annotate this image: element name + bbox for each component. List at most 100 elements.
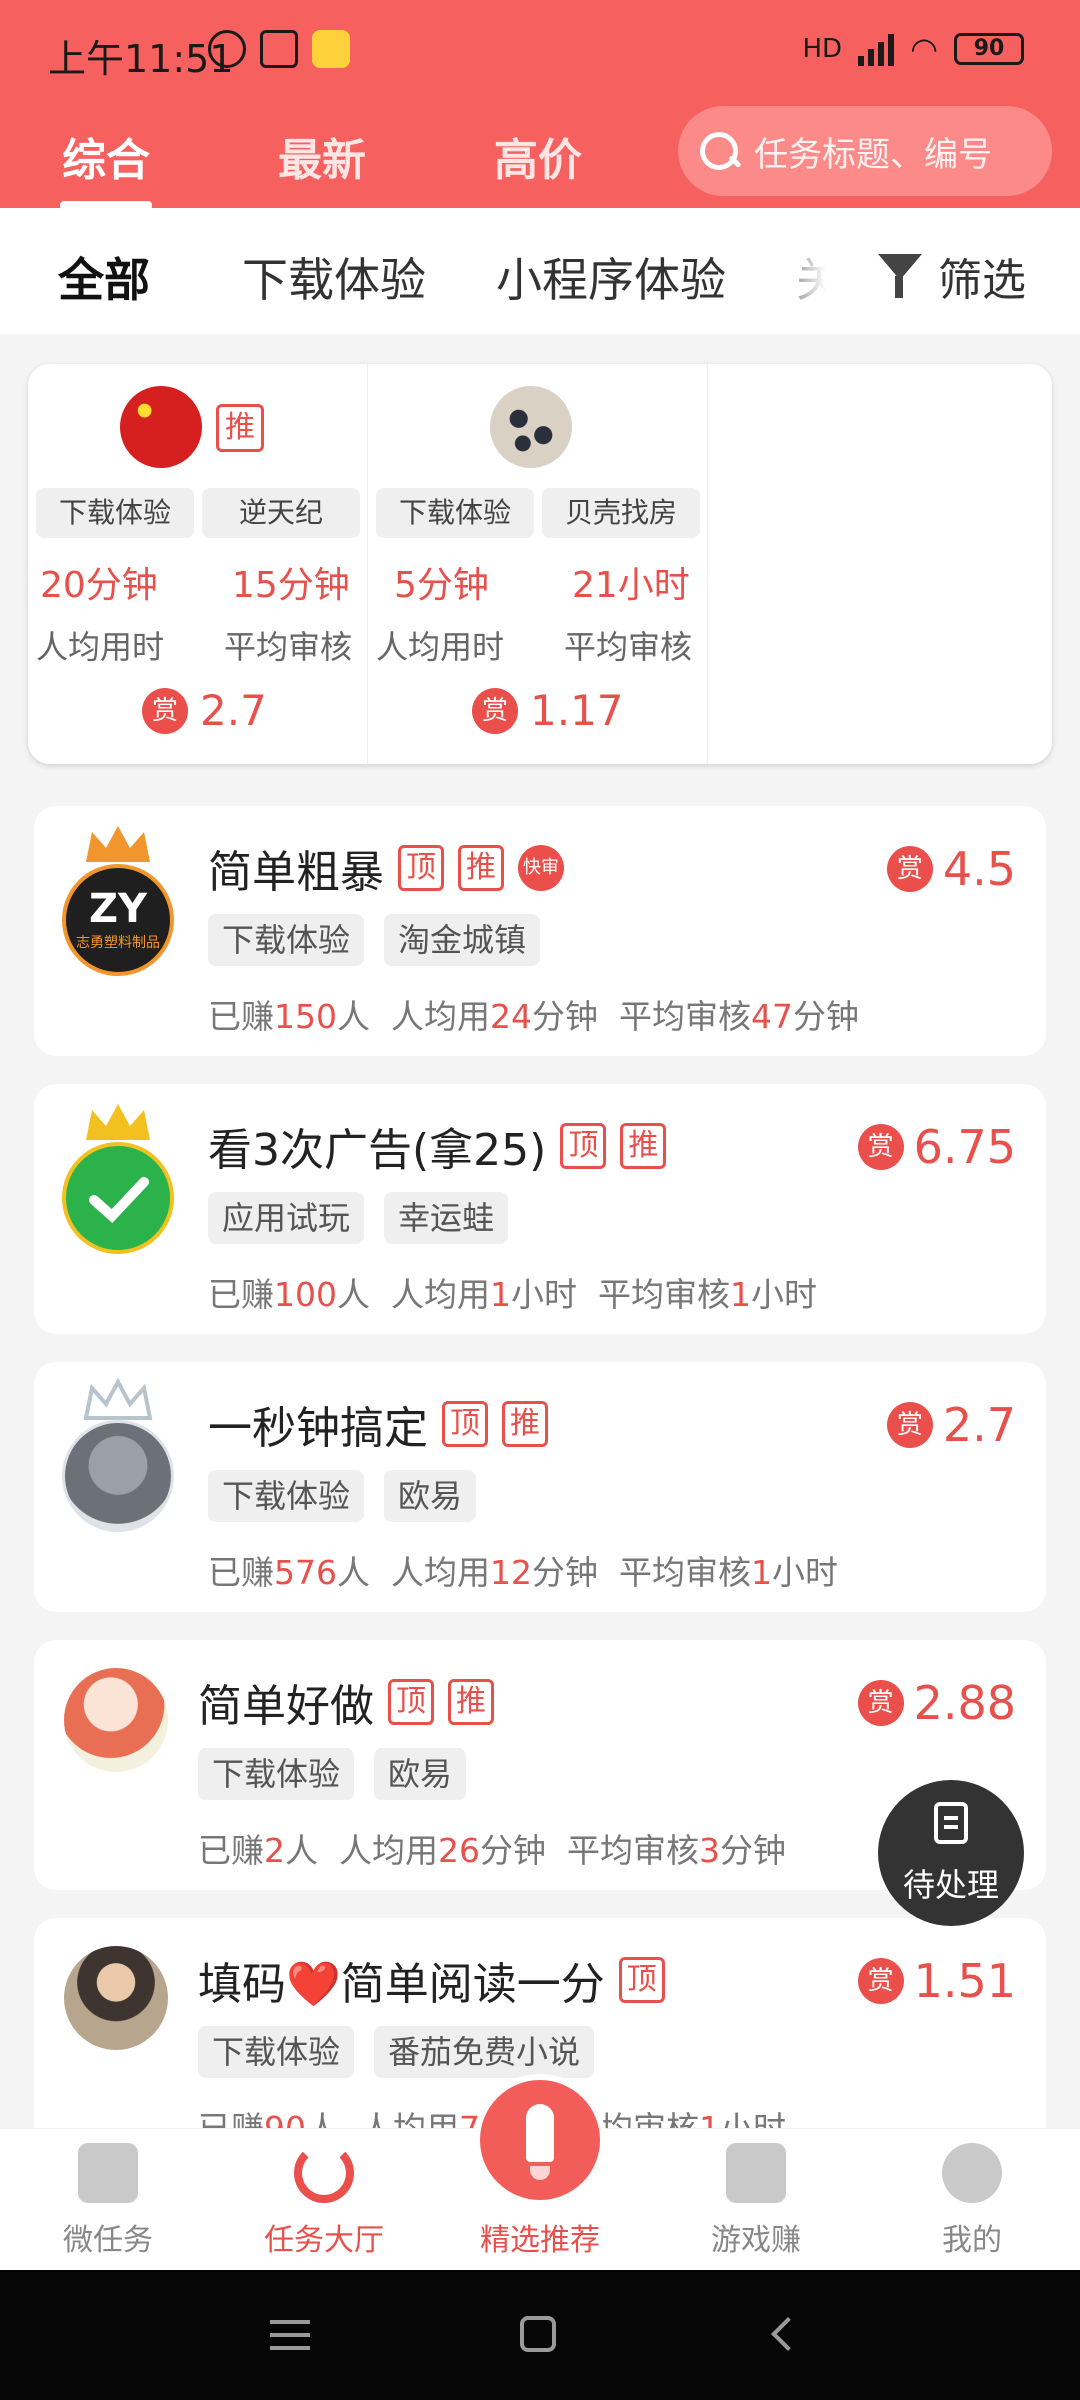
recommend-badge: 推 <box>620 1123 667 1169</box>
tab-comprehensive[interactable]: 综合 <box>60 124 152 210</box>
nav-profile[interactable]: 我的 <box>864 2129 1080 2271</box>
task-type-chip: 下载体验 <box>198 1748 355 1800</box>
avatar <box>64 1946 168 2050</box>
task-title: 一秒钟搞定 <box>208 1403 428 1454</box>
pending-button[interactable]: 待处理 <box>878 1780 1024 1926</box>
status-time: 上午11:51 <box>48 37 234 81</box>
avatar <box>62 1142 174 1254</box>
category-bar: 全部 下载体验 小程序体验 关 筛选 <box>0 208 1080 334</box>
earned-prefix: 已赚 <box>208 1275 274 1314</box>
nav-label: 游戏赚 <box>711 2223 801 2258</box>
avatar-logo-text: ZY <box>89 886 147 932</box>
earned-suffix: 人 <box>337 997 370 1036</box>
featured-reward-amount: 2.7 <box>200 686 267 735</box>
task-card[interactable]: ZY 志勇塑料制品 简单粗暴 顶 推 快审 下载体验 淘金城镇 已赚150人 人… <box>34 806 1046 1056</box>
nav-task-hall[interactable]: 任务大厅 <box>216 2129 432 2271</box>
avatar-logo-subtext: 志勇塑料制品 <box>76 935 160 951</box>
avg-unit: 分钟 <box>531 997 598 1036</box>
review-unit: 分钟 <box>719 1831 786 1870</box>
crown-icon <box>86 826 150 862</box>
featured-avg-review: 21小时 <box>572 565 690 606</box>
avg-prefix: 人均用 <box>338 1831 438 1870</box>
review-unit: 分钟 <box>792 997 859 1036</box>
search-icon <box>696 128 742 174</box>
top-badge: 顶 <box>398 845 444 891</box>
back-icon[interactable] <box>771 2317 805 2351</box>
tab-latest[interactable]: 最新 <box>278 124 366 188</box>
task-title: 填码❤️简单阅读一分 <box>198 1959 605 2010</box>
fast-review-badge: 快审 <box>518 845 564 891</box>
avg-unit: 分钟 <box>531 1553 598 1592</box>
reward-icon: 赏 <box>142 687 188 734</box>
avg-num: 1 <box>489 1275 511 1314</box>
avg-num: 24 <box>489 997 532 1036</box>
avg-prefix: 人均用 <box>390 1553 490 1592</box>
task-title-row: 一秒钟搞定 顶 推 <box>208 1392 548 1456</box>
review-unit: 小时 <box>750 1275 817 1314</box>
task-stats: 已赚2人 人均用26分钟 平均审核3分钟 <box>198 1824 786 1872</box>
review-prefix: 平均审核 <box>618 1553 751 1592</box>
avg-num: 12 <box>489 1553 532 1592</box>
search-box[interactable]: 任务标题、编号 <box>678 106 1052 196</box>
status-notification-icons <box>208 30 350 68</box>
task-reward: 赏 2.7 <box>886 1398 1016 1452</box>
review-prefix: 平均审核 <box>597 1275 730 1314</box>
earned-prefix: 已赚 <box>208 1553 274 1592</box>
category-all[interactable]: 全部 <box>54 244 154 310</box>
featured-reward-amount: 1.17 <box>530 686 624 735</box>
avg-prefix: 人均用 <box>390 1275 490 1314</box>
task-chips: 应用试玩 幸运蛙 <box>208 1192 509 1244</box>
task-app-chip: 幸运蛙 <box>384 1192 509 1244</box>
menu-icon[interactable] <box>270 2320 310 2350</box>
featured-reward: 赏 2.7 <box>142 686 267 735</box>
rocket-icon[interactable] <box>480 2080 600 2200</box>
review-prefix: 平均审核 <box>618 997 751 1036</box>
top-badge: 顶 <box>388 1679 434 1725</box>
alarm-icon <box>208 30 246 68</box>
recommend-badge: 推 <box>502 1401 548 1447</box>
cellular-signal-icon <box>858 32 895 66</box>
task-card[interactable]: 看3次广告(拿25) 顶 推 应用试玩 幸运蛙 已赚100人 人均用1小时 平均… <box>34 1084 1046 1334</box>
filter-button[interactable]: 筛选 <box>876 244 1026 308</box>
nav-label: 我的 <box>942 2223 1002 2258</box>
category-download-experience[interactable]: 下载体验 <box>242 244 426 310</box>
earned-count: 100 <box>274 1275 337 1314</box>
check-icon <box>89 1177 149 1223</box>
nav-micro-tasks[interactable]: 微任务 <box>0 2129 216 2271</box>
user-icon <box>942 2143 1002 2203</box>
featured-item[interactable]: 下载体验 贝壳找房 5分钟 21小时 人均用时 平均审核 赏 1.17 <box>368 364 708 764</box>
tab-high-price[interactable]: 高价 <box>494 124 582 188</box>
task-type-chip: 应用试玩 <box>208 1192 365 1244</box>
pending-label: 待处理 <box>902 1866 999 1904</box>
review-prefix: 平均审核 <box>566 1831 699 1870</box>
task-title-row: 填码❤️简单阅读一分 顶 <box>198 1948 665 2012</box>
task-app-chip: 淘金城镇 <box>384 914 541 966</box>
task-title: 简单粗暴 <box>208 847 384 898</box>
app-notification-icon <box>312 30 350 68</box>
task-chips: 下载体验 欧易 <box>208 1470 477 1522</box>
featured-item[interactable]: 推 下载体验 逆天纪 20分钟 15分钟 人均用时 平均审核 赏 2.7 <box>28 364 368 764</box>
avg-num: 26 <box>437 1831 480 1870</box>
reward-icon: 赏 <box>886 1402 933 1448</box>
task-type-chip: 下载体验 <box>208 914 365 966</box>
task-reward-amount: 2.88 <box>913 1676 1016 1730</box>
task-title-row: 简单粗暴 顶 推 快审 <box>208 836 564 900</box>
review-num: 1 <box>729 1275 751 1314</box>
nav-game-earn[interactable]: 游戏赚 <box>648 2129 864 2271</box>
nav-label: 任务大厅 <box>264 2223 384 2258</box>
featured-avg-time: 20分钟 <box>40 565 158 606</box>
category-miniprogram-experience[interactable]: 小程序体验 <box>496 244 726 310</box>
featured-avg-time-label: 人均用时 <box>376 628 505 666</box>
avatar <box>64 1668 168 1772</box>
nfc-icon <box>260 30 298 68</box>
status-bar: 上午11:51 HD ◠ 90 <box>0 0 1080 100</box>
review-unit: 小时 <box>771 1553 838 1592</box>
task-title-row: 看3次广告(拿25) 顶 推 <box>208 1114 667 1178</box>
gamepad-icon <box>726 2143 786 2203</box>
reward-icon: 赏 <box>857 1958 904 2004</box>
task-card[interactable]: 一秒钟搞定 顶 推 下载体验 欧易 已赚576人 人均用12分钟 平均审核1小时… <box>34 1362 1046 1612</box>
featured-type-chip: 下载体验 <box>376 488 534 538</box>
task-type-chip: 下载体验 <box>208 1470 365 1522</box>
home-icon[interactable] <box>520 2316 556 2352</box>
search-placeholder: 任务标题、编号 <box>754 134 992 175</box>
